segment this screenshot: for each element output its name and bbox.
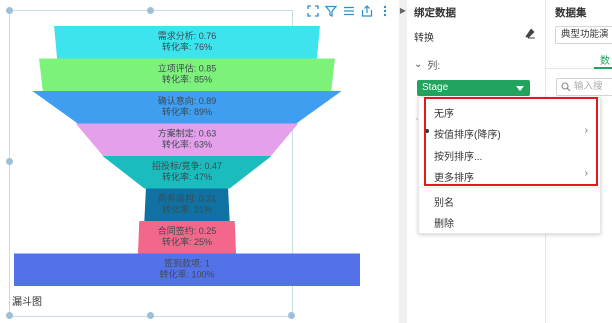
widget-title: 漏斗图 bbox=[12, 297, 42, 308]
menu-item-alias[interactable]: 别名 bbox=[434, 194, 454, 209]
export-icon[interactable] bbox=[359, 4, 374, 19]
list-icon[interactable] bbox=[341, 4, 356, 19]
funnel-stage-rate-label: 转化率: 47% bbox=[162, 171, 212, 182]
filter-icon[interactable] bbox=[323, 4, 338, 19]
tab-data[interactable]: 数 bbox=[600, 52, 610, 67]
funnel-stage-rate-label: 转化率: 25% bbox=[162, 236, 212, 247]
funnel-stage-rate-label: 转化率: 21% bbox=[162, 204, 212, 215]
funnel-stage-value-label: 方案制定: 0.63 bbox=[158, 128, 217, 139]
stage-field-label: Stage bbox=[422, 82, 449, 93]
funnel-stage-value-label: 确认意向: 0.89 bbox=[158, 95, 217, 106]
dataset-select[interactable]: 典型功能演 bbox=[555, 26, 612, 44]
menu-item-delete[interactable]: 删除 bbox=[434, 215, 454, 230]
chevron-down-icon[interactable]: ⌄ bbox=[414, 59, 422, 70]
funnel-stage-value-label: 签到款项: 1 bbox=[164, 258, 210, 269]
funnel-stage-rate-label: 转化率: 76% bbox=[162, 41, 212, 52]
collapse-arrow-icon[interactable]: ▶ bbox=[399, 6, 407, 16]
bind-panel-title: 绑定数据 bbox=[414, 7, 456, 19]
search-icon bbox=[561, 82, 571, 92]
funnel-stage-value-label: 合同签约: 0.25 bbox=[158, 225, 217, 236]
expand-icon[interactable] bbox=[305, 4, 320, 19]
funnel-stage-value-label: 招投标/竞争: 0.47 bbox=[152, 160, 222, 171]
canvas-area: 需求分析: 0.76 转化率: 76% 立项评估: 0.85 转化率: 85% 确认意向… bbox=[0, 0, 405, 323]
funnel-chart: 需求分析: 0.76转化率: 76% 立项评估: 0.85转化率: 85% 确认意向… bbox=[14, 26, 360, 286]
dataset-panel-title: 数据集 bbox=[555, 7, 587, 19]
stage-field-pill[interactable]: Stage bbox=[417, 80, 530, 96]
panel-collapse-tab[interactable]: ▶ bbox=[399, 0, 407, 323]
columns-row[interactable]: ⌄ 列: bbox=[414, 57, 440, 72]
widget-toolbar bbox=[305, 2, 392, 20]
menu-divider bbox=[419, 187, 600, 188]
active-tab-indicator bbox=[594, 67, 612, 69]
columns-label: 列: bbox=[427, 61, 441, 72]
funnel-stage-rate-label: 转化率: 63% bbox=[162, 139, 212, 150]
funnel-stage-rate-label: 转化率: 100% bbox=[159, 269, 214, 280]
funnel-stage-value-label: 商务谈判: 0.21 bbox=[158, 193, 217, 204]
funnel-stage-rate-label: 转化率: 89% bbox=[162, 106, 212, 117]
search-placeholder: 输入搜 bbox=[574, 81, 603, 92]
dataset-search-input[interactable]: 输入搜 bbox=[556, 78, 612, 96]
more-icon[interactable] bbox=[377, 4, 392, 19]
annotation-highlight-box bbox=[424, 97, 598, 186]
funnel-stage-value-label: 立项评估: 0.85 bbox=[158, 63, 217, 74]
transform-label: 转换 bbox=[414, 33, 434, 44]
funnel-stage-value-label: 需求分析: 0.76 bbox=[158, 30, 217, 41]
eraser-icon[interactable] bbox=[524, 27, 536, 39]
field-dropdown-caret-icon[interactable] bbox=[516, 86, 524, 91]
funnel-stage-rate-label: 转化率: 85% bbox=[162, 74, 212, 85]
